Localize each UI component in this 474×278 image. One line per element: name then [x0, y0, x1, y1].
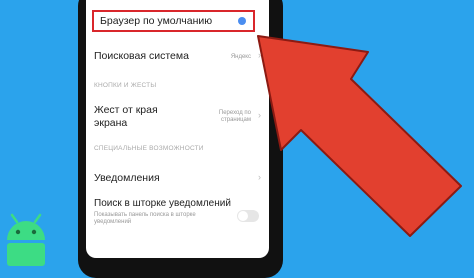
pointer-arrow-icon	[257, 35, 462, 237]
android-logo-icon	[7, 213, 45, 266]
